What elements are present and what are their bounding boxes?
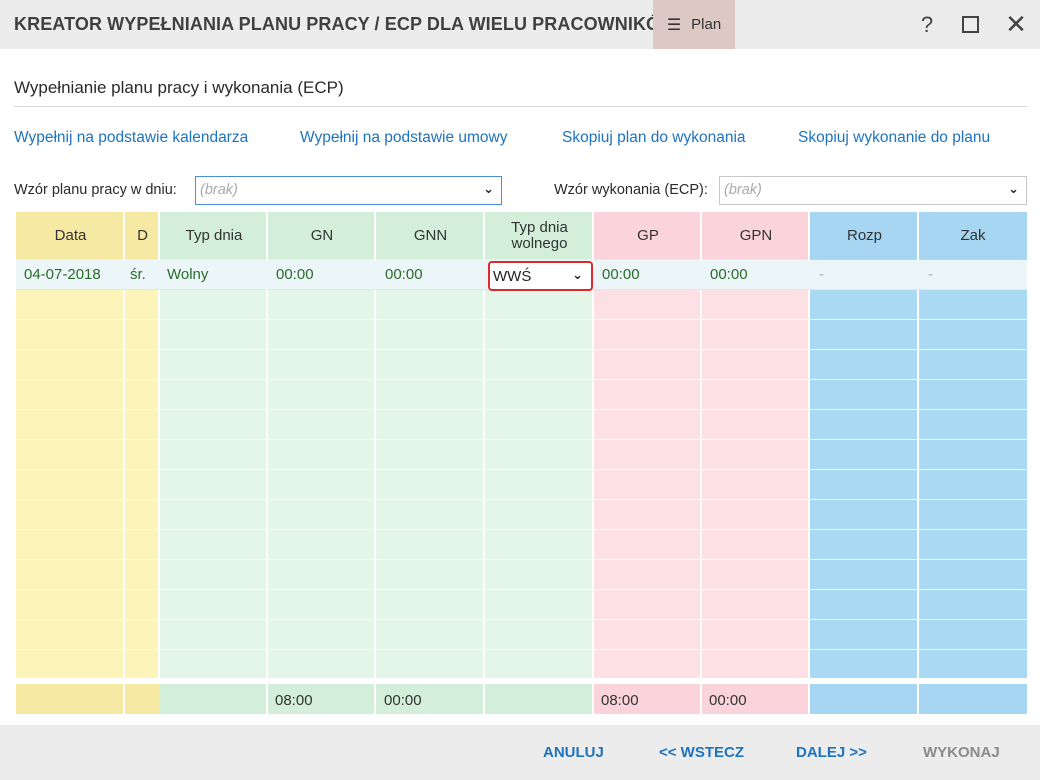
row-separator bbox=[16, 619, 1027, 620]
row-separator bbox=[16, 559, 1027, 560]
summary-cell bbox=[919, 684, 1027, 714]
chevron-down-icon: ⌄ bbox=[572, 267, 583, 282]
section-title: Wypełnianie planu pracy i wykonania (ECP… bbox=[14, 78, 344, 97]
cancel-button[interactable]: ANULUJ bbox=[543, 744, 604, 761]
summary-gnn: 00:00 bbox=[384, 692, 422, 709]
execution-template-label: Wzór wykonania (ECP): bbox=[554, 182, 708, 198]
chevron-down-icon: ⌄ bbox=[483, 181, 494, 196]
summary-cell bbox=[810, 684, 917, 714]
copy-execution-to-plan-link[interactable]: Skopiuj wykonanie do planu bbox=[798, 129, 990, 147]
help-button[interactable]: ? bbox=[905, 0, 949, 49]
section-divider bbox=[14, 106, 1027, 107]
summary-gp: 08:00 bbox=[601, 692, 639, 709]
header-typ-dnia[interactable]: Typ dnia bbox=[160, 212, 268, 259]
row-separator bbox=[16, 319, 1027, 320]
cell-zak[interactable]: - bbox=[928, 266, 933, 283]
plan-template-select[interactable]: (brak) ⌄ bbox=[195, 176, 502, 205]
summary-cell bbox=[16, 684, 123, 714]
row-separator bbox=[16, 379, 1027, 380]
row-separator bbox=[16, 529, 1027, 530]
fill-from-contract-link[interactable]: Wypełnij na podstawie umowy bbox=[300, 129, 508, 147]
cell-d[interactable]: śr. bbox=[130, 266, 146, 283]
cell-gpn[interactable]: 00:00 bbox=[710, 266, 748, 283]
execute-button[interactable]: WYKONAJ bbox=[923, 744, 1000, 761]
help-icon: ? bbox=[920, 11, 934, 37]
header-typ-dnia-wolnego-line1: Typ dnia bbox=[511, 218, 568, 236]
next-button[interactable]: DALEJ >> bbox=[796, 744, 867, 761]
footer-bar bbox=[0, 725, 1040, 780]
cell-data[interactable]: 04-07-2018 bbox=[24, 266, 101, 283]
summary-cell bbox=[160, 684, 266, 714]
cell-gn[interactable]: 00:00 bbox=[276, 266, 314, 283]
summary-gpn: 00:00 bbox=[709, 692, 747, 709]
fill-from-calendar-link[interactable]: Wypełnij na podstawie kalendarza bbox=[14, 129, 248, 147]
chevron-down-icon: ⌄ bbox=[1008, 181, 1019, 196]
typ-dnia-wolnego-select[interactable]: WWŚ ⌄ bbox=[488, 261, 593, 291]
maximize-button[interactable] bbox=[948, 0, 992, 49]
row-separator bbox=[16, 649, 1027, 650]
copy-plan-to-execution-link[interactable]: Skopiuj plan do wykonania bbox=[562, 129, 746, 147]
cell-gnn[interactable]: 00:00 bbox=[385, 266, 423, 283]
maximize-icon bbox=[961, 16, 979, 33]
typ-dnia-wolnego-value: WWŚ bbox=[493, 268, 532, 285]
header-zak[interactable]: Zak bbox=[919, 212, 1027, 259]
summary-gn: 08:00 bbox=[275, 692, 313, 709]
summary-cell bbox=[485, 684, 592, 714]
plan-template-value: (brak) bbox=[200, 182, 238, 198]
row-separator bbox=[16, 409, 1027, 410]
window-title: KREATOR WYPEŁNIANIA PLANU PRACY / ECP DL… bbox=[14, 14, 678, 34]
plan-template-label: Wzór planu pracy w dniu: bbox=[14, 182, 177, 198]
close-icon: ✕ bbox=[1005, 9, 1027, 39]
plan-menu-button[interactable]: ☰ Plan bbox=[653, 0, 735, 49]
cell-rozp[interactable]: - bbox=[819, 266, 824, 283]
hamburger-icon: ☰ bbox=[666, 16, 682, 34]
header-typ-dnia-wolnego-line2: wolnego bbox=[511, 234, 568, 252]
header-gpn[interactable]: GPN bbox=[702, 212, 810, 259]
header-typ-dnia-wolnego[interactable]: Typ dnia wolnego bbox=[485, 212, 594, 259]
execution-template-value: (brak) bbox=[724, 182, 762, 198]
back-button[interactable]: << WSTECZ bbox=[659, 744, 744, 761]
summary-cell bbox=[125, 684, 160, 714]
plan-menu-label: Plan bbox=[691, 16, 722, 33]
row-separator bbox=[16, 589, 1027, 590]
execution-template-select[interactable]: (brak) ⌄ bbox=[719, 176, 1027, 205]
header-data[interactable]: Data bbox=[16, 212, 125, 259]
header-rozp[interactable]: Rozp bbox=[810, 212, 919, 259]
header-gp[interactable]: GP bbox=[594, 212, 702, 259]
close-button[interactable]: ✕ bbox=[994, 0, 1038, 49]
cell-typ-dnia[interactable]: Wolny bbox=[167, 266, 208, 283]
header-gnn[interactable]: GNN bbox=[376, 212, 485, 259]
row-separator bbox=[16, 469, 1027, 470]
row-separator bbox=[16, 439, 1027, 440]
row-separator bbox=[16, 349, 1027, 350]
row-separator bbox=[16, 499, 1027, 500]
title-bar: KREATOR WYPEŁNIANIA PLANU PRACY / ECP DL… bbox=[0, 0, 1040, 49]
header-d[interactable]: D bbox=[125, 212, 160, 259]
cell-gp[interactable]: 00:00 bbox=[602, 266, 640, 283]
header-gn[interactable]: GN bbox=[268, 212, 376, 259]
